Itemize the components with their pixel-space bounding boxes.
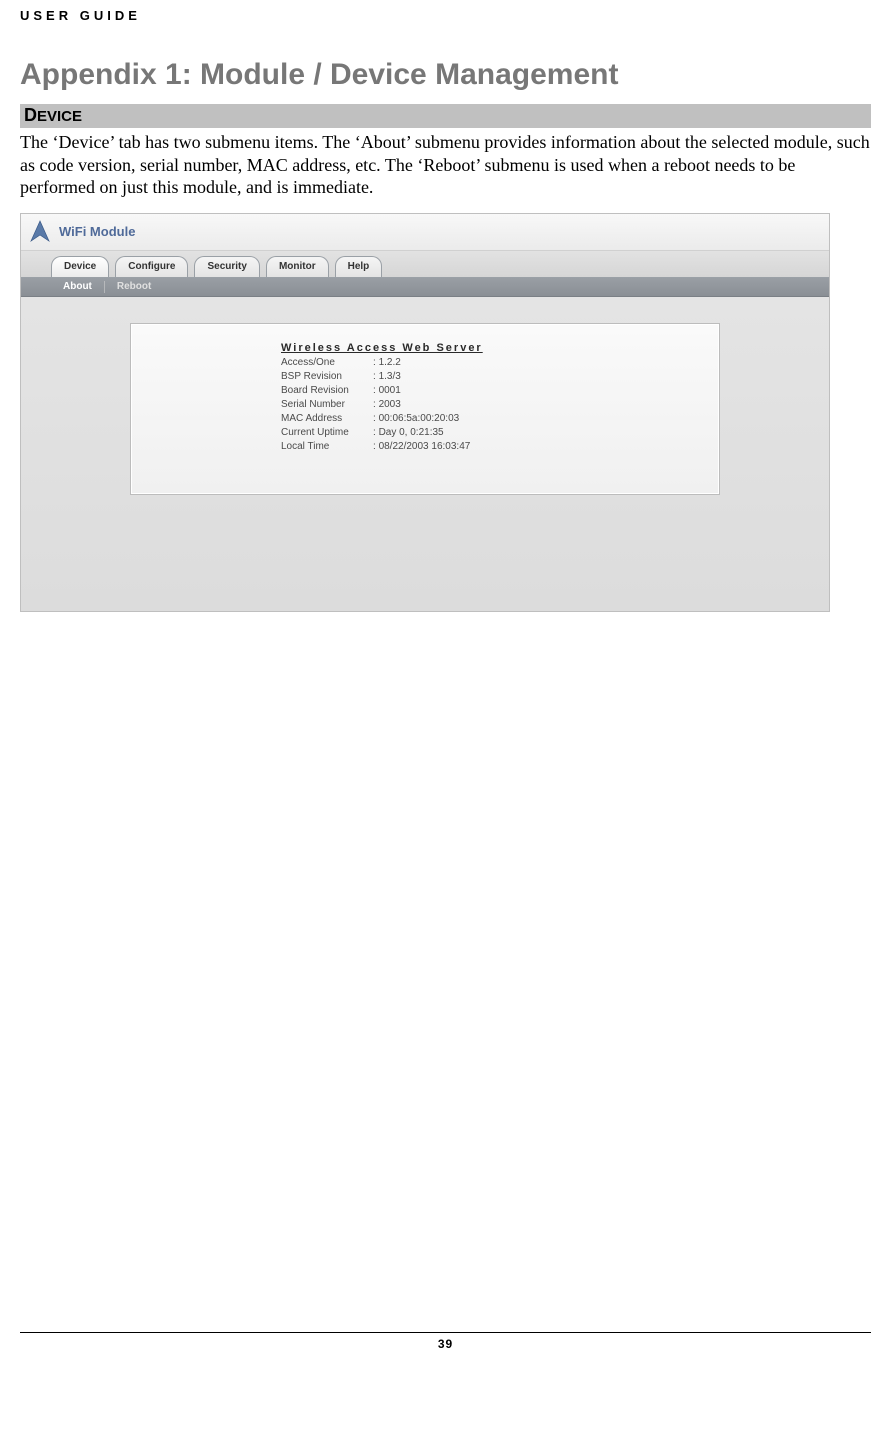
info-label: Access/One: [281, 357, 373, 368]
info-label: Board Revision: [281, 385, 373, 396]
tab-device[interactable]: Device: [51, 256, 109, 277]
info-row: Local Time: 08/22/2003 16:03:47: [281, 441, 719, 455]
info-row: Current Uptime: Day 0, 0:21:35: [281, 427, 719, 441]
doc-header: USER GUIDE: [20, 8, 871, 23]
info-row: MAC Address: 00:06:5a:00:20:03: [281, 413, 719, 427]
info-value: 2003: [379, 399, 401, 410]
secondary-tabs: About Reboot: [21, 278, 829, 297]
subtab-reboot[interactable]: Reboot: [105, 281, 163, 292]
info-label: Current Uptime: [281, 427, 373, 438]
tab-monitor[interactable]: Monitor: [266, 256, 329, 277]
panel-title: Wireless Access Web Server: [281, 342, 719, 354]
subtab-about[interactable]: About: [51, 281, 104, 292]
info-row: Board Revision: 0001: [281, 385, 719, 399]
section-heading-initial: D: [24, 105, 37, 125]
page-number: 39: [438, 1337, 453, 1351]
embedded-screenshot: WiFi Module Device Configure Security Mo…: [20, 213, 830, 612]
info-value: 1.2.2: [379, 357, 401, 368]
tab-configure[interactable]: Configure: [115, 256, 188, 277]
info-value: 0001: [379, 385, 401, 396]
info-value: 08/22/2003 16:03:47: [379, 441, 471, 452]
info-panel: Wireless Access Web Server Access/One: 1…: [130, 323, 720, 495]
module-title: WiFi Module: [59, 224, 135, 239]
app-logo-icon: [27, 219, 53, 245]
info-label: MAC Address: [281, 413, 373, 424]
info-row: BSP Revision: 1.3/3: [281, 371, 719, 385]
tab-help[interactable]: Help: [335, 256, 383, 277]
tab-security[interactable]: Security: [194, 256, 259, 277]
page-footer: 39: [20, 1332, 871, 1351]
info-label: BSP Revision: [281, 371, 373, 382]
section-heading: DEVICE: [20, 104, 871, 128]
info-label: Serial Number: [281, 399, 373, 410]
info-row: Access/One: 1.2.2: [281, 357, 719, 371]
section-paragraph: The ‘Device’ tab has two submenu items. …: [20, 131, 871, 199]
subtab-divider: [104, 281, 105, 293]
info-value: Day 0, 0:21:35: [379, 427, 444, 438]
info-value: 1.3/3: [379, 371, 401, 382]
info-label: Local Time: [281, 441, 373, 452]
section-heading-rest: EVICE: [37, 108, 82, 125]
info-row: Serial Number: 2003: [281, 399, 719, 413]
titlebar: WiFi Module: [21, 214, 829, 251]
primary-tabs: Device Configure Security Monitor Help: [21, 251, 829, 278]
info-value: 00:06:5a:00:20:03: [379, 413, 460, 424]
appendix-title: Appendix 1: Module / Device Management: [20, 58, 871, 92]
content-area: Wireless Access Web Server Access/One: 1…: [21, 297, 829, 611]
